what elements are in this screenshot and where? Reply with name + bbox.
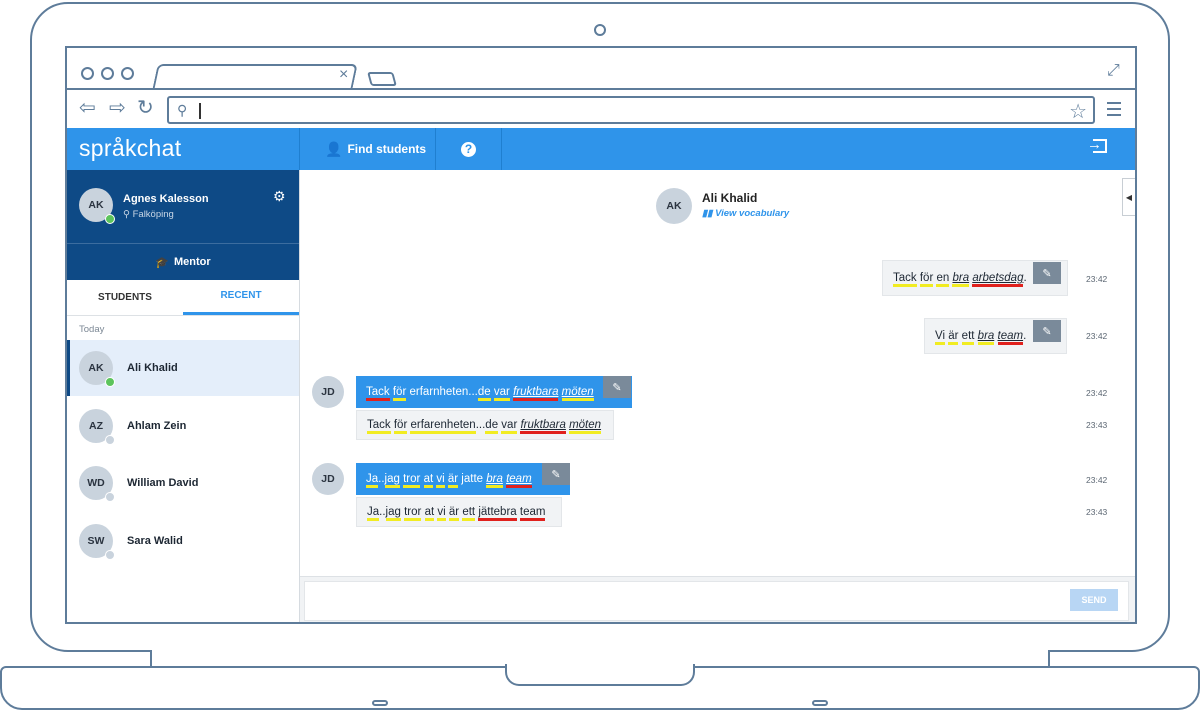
- address-bar[interactable]: ⚲ ☆: [167, 96, 1095, 124]
- window-minimize-dot[interactable]: [101, 67, 114, 80]
- find-students-label: Find students: [347, 142, 427, 156]
- timestamp: 23:43: [1086, 420, 1108, 430]
- avatar: JD: [312, 463, 344, 495]
- correction-bubble: Tack för erfarenheten...de var fruktbara…: [356, 410, 614, 440]
- chat-messages: Tack för en bra arbetsdag. ✎ 23:42 Vi är…: [300, 244, 1135, 574]
- tab-recent[interactable]: RECENT: [183, 279, 299, 315]
- back-icon[interactable]: ⇦: [79, 98, 96, 118]
- offline-status-dot: [105, 435, 115, 445]
- avatar: AK: [656, 188, 692, 224]
- tab-students[interactable]: STUDENTS: [67, 279, 183, 315]
- message-input[interactable]: [304, 581, 1129, 621]
- message-text: Ja..jag tror at vi är jatte bra team: [366, 473, 532, 488]
- contact-item-sara-walid[interactable]: SW Sara Walid: [67, 513, 299, 569]
- logout-arrow-icon[interactable]: →: [1087, 136, 1102, 153]
- offline-status-dot: [105, 550, 115, 560]
- online-status-dot: [105, 377, 115, 387]
- chat-partner-name: Ali Khalid: [702, 191, 758, 205]
- divider: [299, 128, 300, 170]
- browser-tab[interactable]: [152, 64, 358, 90]
- message-text: Vi är ett bra team.: [935, 330, 1026, 345]
- timestamp: 23:42: [1086, 475, 1108, 485]
- view-vocabulary-label: View vocabulary: [715, 208, 790, 219]
- book-icon: ▮▮: [702, 208, 713, 219]
- divider: [501, 128, 502, 170]
- sidebar: AK Agnes Kalesson ⚲ Falköping ⚙ 🎓 Mentor…: [67, 170, 300, 622]
- timestamp: 23:42: [1086, 331, 1108, 341]
- app: språkchat 👤 Find students ? → AK Agnes K…: [67, 128, 1135, 622]
- collapse-panel-button[interactable]: ◀: [1122, 178, 1135, 216]
- message-text: Tack för erfarnheten...de var fruktbara …: [366, 386, 594, 401]
- laptop-foot: [372, 700, 388, 706]
- contact-item-william-david[interactable]: WD William David: [67, 455, 299, 511]
- laptop-foot: [812, 700, 828, 706]
- settings-gear-icon[interactable]: ⚙: [273, 188, 286, 205]
- forward-icon[interactable]: ⇨: [109, 98, 126, 118]
- timestamp: 23:42: [1086, 274, 1108, 284]
- help-button[interactable]: ?: [461, 128, 476, 170]
- window-maximize-dot[interactable]: [121, 67, 134, 80]
- timestamp: 23:43: [1086, 507, 1108, 517]
- message-bubble: Tack för erfarnheten...de var fruktbara …: [356, 376, 632, 408]
- message-text: Tack för erfarenheten...de var fruktbara…: [367, 419, 602, 434]
- online-status-dot: [105, 214, 115, 224]
- mentor-bar: 🎓 Mentor: [67, 243, 299, 280]
- edit-message-button[interactable]: ✎: [603, 376, 631, 398]
- profile-name: Agnes Kalesson: [123, 193, 209, 205]
- message-bubble: Ja..jag tror at vi är jatte bra team: [356, 463, 570, 495]
- new-tab-button[interactable]: [367, 72, 397, 86]
- add-user-icon: 👤: [325, 140, 343, 157]
- location-pin-icon: ⚲: [123, 209, 130, 220]
- avatar: JD: [312, 376, 344, 408]
- contact-item-ahlam-zein[interactable]: AZ Ahlam Zein: [67, 398, 299, 454]
- offline-status-dot: [105, 492, 115, 502]
- profile-location-text: Falköping: [132, 209, 174, 220]
- contact-name: Ali Khalid: [127, 362, 178, 374]
- contact-name: Ahlam Zein: [127, 420, 187, 432]
- profile-location: ⚲ Falköping: [123, 209, 174, 220]
- help-icon: ?: [461, 141, 476, 157]
- tab-close-icon[interactable]: ×: [339, 66, 348, 84]
- browser-menu-icon[interactable]: [1107, 102, 1121, 120]
- search-icon: ⚲: [177, 102, 188, 118]
- composer: SEND: [300, 576, 1135, 622]
- message-text: Ja..jag tror at vi är ett jättebra team: [367, 506, 546, 521]
- expand-icon[interactable]: ⤢: [1107, 62, 1120, 80]
- chat-header: AK Ali Khalid ▮▮ View vocabulary ◀: [300, 170, 1135, 247]
- edit-message-button[interactable]: ✎: [542, 463, 570, 485]
- divider: [435, 128, 436, 170]
- contact-name: Sara Walid: [127, 535, 183, 547]
- logo: språkchat: [79, 135, 182, 161]
- graduation-cap-icon: 🎓: [155, 256, 170, 269]
- browser-chrome: × ⤢ ⇦ ⇨ ↻ ⚲ ☆: [67, 48, 1135, 128]
- text-caret: [199, 103, 201, 119]
- send-button[interactable]: SEND: [1070, 589, 1118, 611]
- camera-icon: [594, 24, 606, 36]
- edit-message-button[interactable]: ✎: [1033, 320, 1061, 342]
- contact-name: William David: [127, 477, 199, 489]
- reload-icon[interactable]: ↻: [137, 98, 154, 118]
- sidebar-tabs: STUDENTS RECENT: [67, 279, 299, 315]
- top-bar: språkchat 👤 Find students ? →: [67, 128, 1135, 170]
- screen: × ⤢ ⇦ ⇨ ↻ ⚲ ☆ språkchat 👤 Find students …: [65, 46, 1137, 624]
- correction-bubble: Ja..jag tror at vi är ett jättebra team: [356, 497, 562, 527]
- contact-item-ali-khalid[interactable]: AK Ali Khalid: [67, 340, 299, 396]
- laptop-notch: [505, 664, 695, 686]
- view-vocabulary-link[interactable]: ▮▮ View vocabulary: [702, 208, 789, 219]
- profile-card: AK Agnes Kalesson ⚲ Falköping ⚙: [67, 170, 299, 243]
- find-students-button[interactable]: 👤 Find students: [325, 128, 426, 170]
- edit-message-button[interactable]: ✎: [1033, 262, 1061, 284]
- timestamp: 23:42: [1086, 388, 1108, 398]
- tab-divider: [67, 88, 1135, 90]
- window-close-dot[interactable]: [81, 67, 94, 80]
- bookmark-star-icon[interactable]: ☆: [1069, 99, 1087, 124]
- message-text: Tack för en bra arbetsdag.: [893, 272, 1027, 287]
- mentor-label: Mentor: [174, 256, 211, 268]
- divider: [67, 315, 299, 316]
- section-label-today: Today: [79, 324, 105, 335]
